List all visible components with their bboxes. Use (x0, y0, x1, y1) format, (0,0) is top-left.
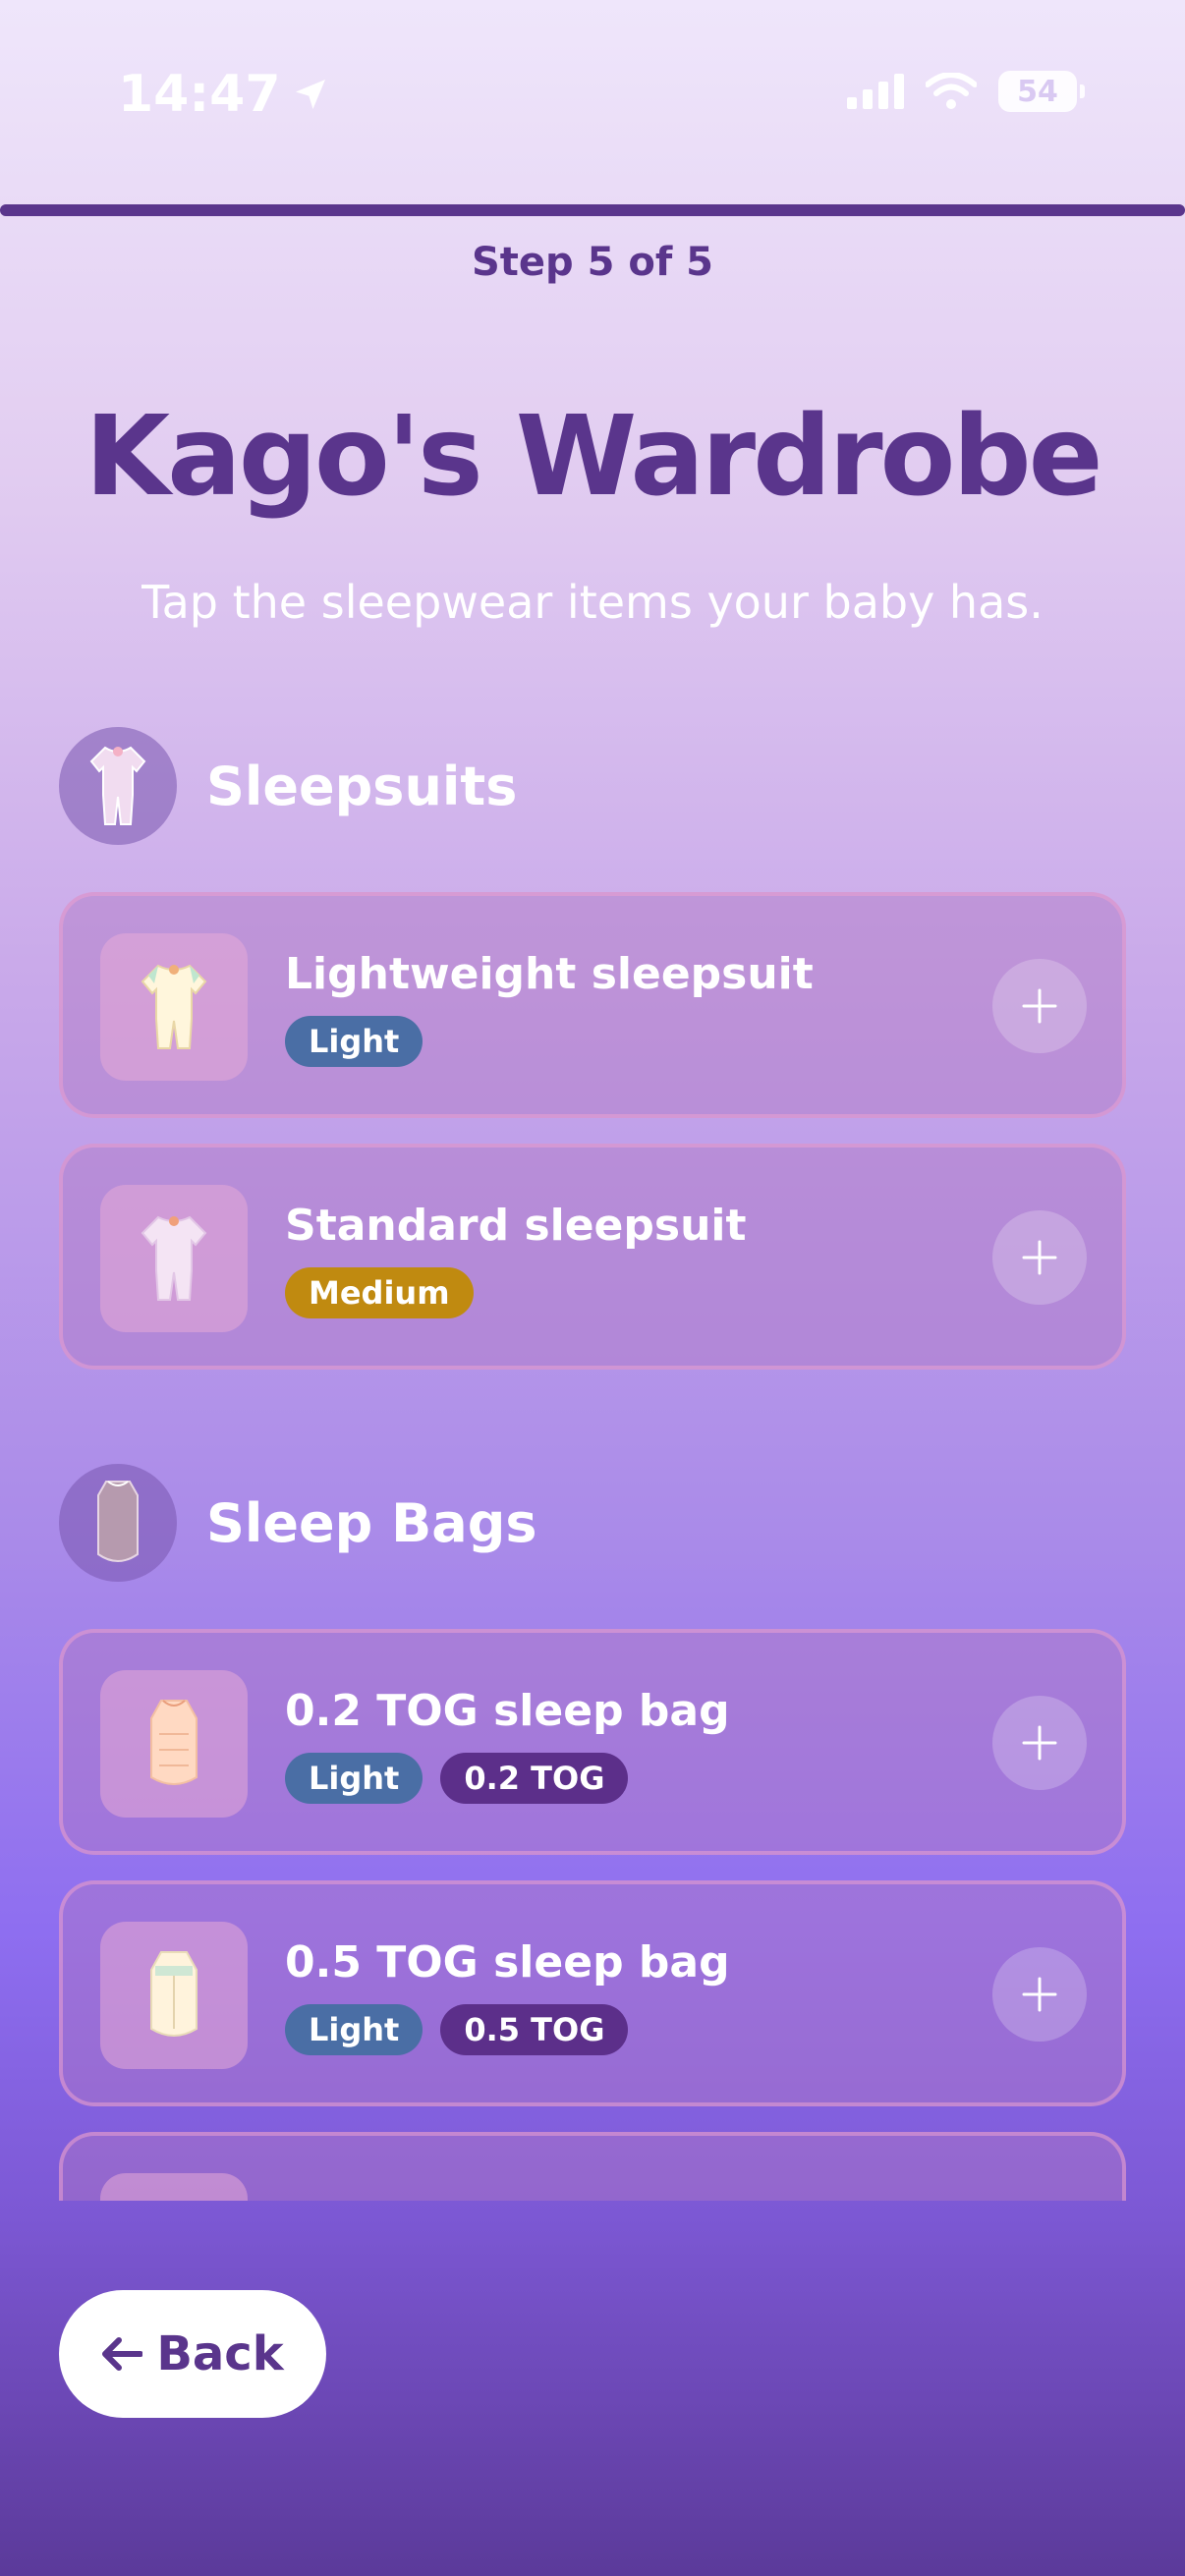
plus-icon (1022, 1977, 1057, 2012)
status-bar: 14:47 54 (0, 0, 1185, 196)
arrow-left-icon (102, 2337, 143, 2371)
status-icons: 54 (847, 71, 1085, 112)
warmth-tag: Medium (285, 1267, 474, 1318)
warmth-tag: Light (285, 1753, 423, 1804)
partial-item-image (100, 2173, 248, 2201)
item-tags: Medium (285, 1267, 474, 1318)
item-name: Standard sleepsuit (285, 1201, 747, 1251)
page-title: Kago's Wardrobe (85, 393, 1102, 521)
plus-icon (1022, 1725, 1057, 1761)
step-indicator: Step 5 of 5 (471, 240, 713, 285)
battery-indicator: 54 (998, 71, 1085, 112)
item-card-0-5-tog-sleep-bag[interactable]: 0.5 TOG sleep bag Light 0.5 TOG (59, 1880, 1126, 2106)
item-card-partial[interactable] (59, 2132, 1126, 2201)
sleep-bag-0-5-image (100, 1922, 248, 2069)
progress-bar (0, 204, 1185, 216)
sleep-bag-icon (59, 1464, 177, 1582)
item-name: Lightweight sleepsuit (285, 949, 814, 999)
item-card-0-2-tog-sleep-bag[interactable]: 0.2 TOG sleep bag Light 0.2 TOG (59, 1629, 1126, 1855)
status-time: 14:47 (118, 65, 330, 124)
signal-icon (847, 74, 904, 109)
warmth-tag: Light (285, 1016, 423, 1067)
warmth-tag: Light (285, 2004, 423, 2055)
time-text: 14:47 (118, 65, 281, 124)
section-header-sleep-bags: Sleep Bags (59, 1464, 1126, 1582)
plus-icon (1022, 988, 1057, 1024)
add-button[interactable] (992, 959, 1087, 1053)
item-card-standard-sleepsuit[interactable]: Standard sleepsuit Medium (59, 1144, 1126, 1370)
tog-tag: 0.5 TOG (440, 2004, 629, 2055)
add-button[interactable] (992, 1696, 1087, 1790)
sleep-bag-0-2-image (100, 1670, 248, 1818)
tog-tag: 0.2 TOG (440, 1753, 629, 1804)
lightweight-sleepsuit-image (100, 933, 248, 1081)
add-button[interactable] (992, 1210, 1087, 1305)
page-subtitle: Tap the sleepwear items your baby has. (141, 576, 1044, 629)
standard-sleepsuit-image (100, 1185, 248, 1332)
add-button[interactable] (992, 1947, 1087, 2042)
section-title: Sleepsuits (206, 755, 518, 817)
location-arrow-icon (295, 80, 325, 109)
item-tags: Light 0.2 TOG (285, 1753, 629, 1804)
item-tags: Light (285, 1016, 423, 1067)
battery-level: 54 (1017, 74, 1058, 109)
plus-icon (1022, 1240, 1057, 1275)
item-card-lightweight-sleepsuit[interactable]: Lightweight sleepsuit Light (59, 892, 1126, 1118)
item-tags: Light 0.5 TOG (285, 2004, 629, 2055)
item-name: 0.2 TOG sleep bag (285, 1686, 730, 1736)
back-button[interactable]: Back (59, 2290, 326, 2418)
sleepsuit-icon (59, 727, 177, 845)
back-label: Back (156, 2326, 284, 2381)
wardrobe-list[interactable]: Sleepsuits Lightweight sleepsuit Light S… (59, 727, 1126, 2201)
section-title: Sleep Bags (206, 1491, 537, 1554)
item-name: 0.5 TOG sleep bag (285, 1937, 730, 1988)
section-header-sleepsuits: Sleepsuits (59, 727, 1126, 845)
wifi-icon (926, 73, 977, 109)
progress-fill (0, 204, 1185, 216)
